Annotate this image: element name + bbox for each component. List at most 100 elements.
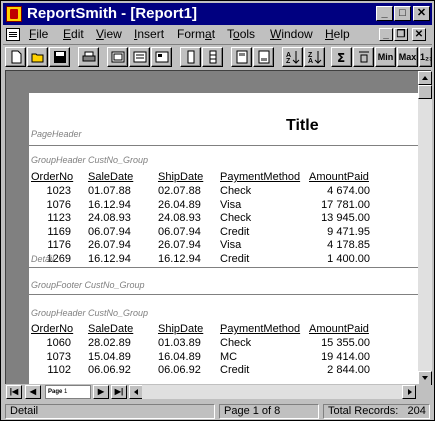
count-button[interactable]: 1₂₃ xyxy=(419,47,432,67)
page-number-field[interactable]: Page 1 xyxy=(45,385,91,399)
cell-shipdate[interactable]: 24.08.93 xyxy=(158,212,218,224)
column-header-amountpaid[interactable]: AmountPaid xyxy=(309,171,369,183)
cell-paymentmethod[interactable]: Check xyxy=(220,212,300,224)
cell-saledate[interactable]: 06.06.92 xyxy=(88,364,148,376)
print-button[interactable] xyxy=(78,47,99,67)
cell-amountpaid[interactable]: 4 178.85 xyxy=(309,239,370,251)
document-control-menu-icon[interactable] xyxy=(6,28,20,41)
title-bar[interactable]: ReportSmith - [Report1] _ □ ✕ xyxy=(3,3,432,25)
column-header-saledate[interactable]: SaleDate xyxy=(88,171,133,183)
max-button[interactable]: Max xyxy=(397,47,418,67)
sort-ascending-button[interactable]: AZ xyxy=(282,47,303,67)
cell-paymentmethod[interactable]: Check xyxy=(220,185,300,197)
cell-shipdate[interactable]: 26.04.89 xyxy=(158,199,218,211)
reportsmith-app-icon[interactable] xyxy=(6,6,22,22)
column-header-saledate[interactable]: SaleDate xyxy=(88,323,133,335)
cell-shipdate[interactable]: 16.12.94 xyxy=(158,253,218,265)
cell-amountpaid[interactable]: 9 471.95 xyxy=(309,226,370,238)
save-button[interactable] xyxy=(49,47,70,67)
columnar-button[interactable] xyxy=(180,47,201,67)
cell-paymentmethod[interactable]: Credit xyxy=(220,253,300,265)
menu-window[interactable]: Window xyxy=(270,27,313,41)
cell-saledate[interactable]: 28.02.89 xyxy=(88,337,148,349)
cell-amountpaid[interactable]: 17 781.00 xyxy=(309,199,370,211)
cell-shipdate[interactable]: 02.07.88 xyxy=(158,185,218,197)
min-button[interactable]: Min xyxy=(375,47,396,67)
vertical-scrollbar[interactable] xyxy=(418,71,432,385)
report-title[interactable]: Title xyxy=(286,117,319,135)
report-view-button[interactable] xyxy=(151,47,172,67)
cell-amountpaid[interactable]: 1 400.00 xyxy=(309,253,370,265)
cell-saledate[interactable]: 01.07.88 xyxy=(88,185,148,197)
cell-orderno[interactable]: 1102 xyxy=(31,364,71,376)
cell-paymentmethod[interactable]: Credit xyxy=(220,226,300,238)
cell-amountpaid[interactable]: 13 945.00 xyxy=(309,212,370,224)
sort-descending-button[interactable]: ZA xyxy=(304,47,325,67)
cell-shipdate[interactable]: 06.07.94 xyxy=(158,226,218,238)
cell-orderno[interactable]: 1169 xyxy=(31,226,71,238)
open-button[interactable] xyxy=(27,47,48,67)
close-button[interactable]: ✕ xyxy=(413,6,430,21)
new-button[interactable] xyxy=(5,47,26,67)
cell-orderno[interactable]: 1023 xyxy=(31,185,71,197)
menu-format[interactable]: Format xyxy=(177,27,215,41)
cell-paymentmethod[interactable]: Credit xyxy=(220,364,300,376)
cell-saledate[interactable]: 16.12.94 xyxy=(88,199,148,211)
cell-orderno[interactable]: 1076 xyxy=(31,199,71,211)
scroll-down-button[interactable] xyxy=(418,371,432,385)
document-close-button[interactable]: ✕ xyxy=(412,28,426,41)
scroll-thumb[interactable] xyxy=(418,85,432,99)
document-minimize-button[interactable]: _ xyxy=(379,28,393,41)
cell-saledate[interactable]: 24.08.93 xyxy=(88,212,148,224)
cell-paymentmethod[interactable]: Visa xyxy=(220,239,300,251)
crosstab-button[interactable] xyxy=(202,47,223,67)
cell-shipdate[interactable]: 01.03.89 xyxy=(158,337,218,349)
report-page[interactable]: PageHeader Title GroupHeader CustNo_Grou… xyxy=(29,93,418,385)
column-header-paymentmethod[interactable]: PaymentMethod xyxy=(220,323,300,335)
previous-page-button[interactable]: ◀ xyxy=(25,385,41,399)
cell-amountpaid[interactable]: 15 355.00 xyxy=(309,337,370,349)
minimize-button[interactable]: _ xyxy=(376,6,393,21)
column-header-orderno[interactable]: OrderNo xyxy=(31,171,73,183)
scroll-right-button[interactable] xyxy=(402,385,416,399)
menu-tools[interactable]: Tools xyxy=(227,27,255,41)
cell-orderno[interactable]: 1176 xyxy=(31,239,71,251)
column-header-shipdate[interactable]: ShipDate xyxy=(158,323,203,335)
cell-paymentmethod[interactable]: Visa xyxy=(220,199,300,211)
cell-orderno[interactable]: 1060 xyxy=(31,337,71,349)
cell-orderno[interactable]: 1073 xyxy=(31,351,71,363)
cell-amountpaid[interactable]: 4 674.00 xyxy=(309,185,370,197)
cell-paymentmethod[interactable]: MC xyxy=(220,351,300,363)
cell-orderno[interactable]: 1123 xyxy=(31,212,71,224)
cell-saledate[interactable]: 15.04.89 xyxy=(88,351,148,363)
column-header-amountpaid[interactable]: AmountPaid xyxy=(309,323,369,335)
column-header-paymentmethod[interactable]: PaymentMethod xyxy=(220,171,300,183)
page-width-button[interactable] xyxy=(129,47,150,67)
next-page-button[interactable]: ▶ xyxy=(93,385,109,399)
column-header-orderno[interactable]: OrderNo xyxy=(31,323,73,335)
menu-insert[interactable]: Insert xyxy=(134,27,164,41)
cell-amountpaid[interactable]: 19 414.00 xyxy=(309,351,370,363)
cell-saledate[interactable]: 06.07.94 xyxy=(88,226,148,238)
cell-amountpaid[interactable]: 2 844.00 xyxy=(309,364,370,376)
maximize-button[interactable]: □ xyxy=(394,6,411,21)
menu-help[interactable]: Help xyxy=(325,27,350,41)
cell-saledate[interactable]: 16.12.94 xyxy=(88,253,148,265)
document-restore-button[interactable]: ❐ xyxy=(394,28,408,41)
last-page-button[interactable]: ▶| xyxy=(111,385,127,399)
menu-file[interactable]: File xyxy=(29,27,48,41)
cell-shipdate[interactable]: 16.04.89 xyxy=(158,351,218,363)
cell-saledate[interactable]: 26.07.94 xyxy=(88,239,148,251)
cell-paymentmethod[interactable]: Check xyxy=(220,337,300,349)
form-button[interactable] xyxy=(231,47,252,67)
cell-shipdate[interactable]: 06.06.92 xyxy=(158,364,218,376)
scroll-left-button[interactable] xyxy=(129,385,143,399)
horizontal-scrollbar[interactable] xyxy=(142,385,402,399)
field-button[interactable] xyxy=(353,47,374,67)
label-button[interactable] xyxy=(253,47,274,67)
preview-button[interactable] xyxy=(107,47,128,67)
menu-view[interactable]: View xyxy=(96,27,122,41)
cell-shipdate[interactable]: 26.07.94 xyxy=(158,239,218,251)
scroll-up-button[interactable] xyxy=(418,71,432,85)
sum-button[interactable]: Σ xyxy=(331,47,352,67)
